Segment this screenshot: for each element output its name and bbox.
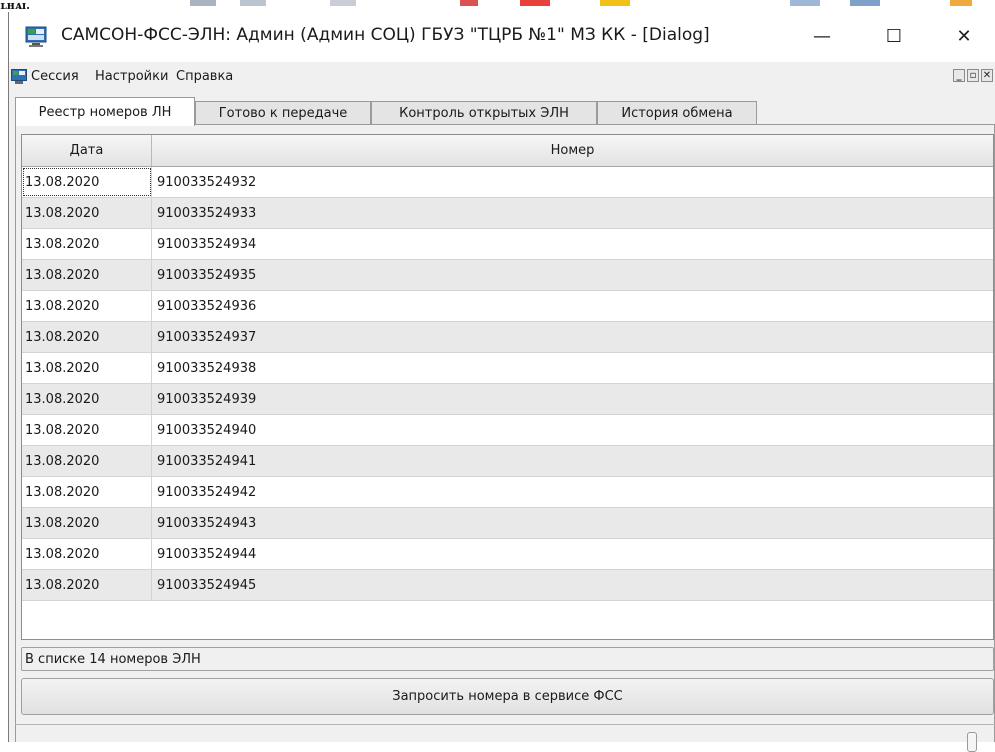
menu-session[interactable]: Сессия — [31, 69, 79, 84]
mdi-minimize-button[interactable]: _ — [953, 69, 965, 82]
tab-registry[interactable]: Реестр номеров ЛН — [15, 97, 195, 126]
cell-number[interactable]: 910033524945 — [152, 570, 993, 600]
table-row[interactable]: 13.08.2020 910033524933 — [22, 198, 993, 229]
taskbar-app-icon[interactable] — [950, 0, 972, 6]
numbers-table: Дата Номер 13.08.2020 910033524932 13.08.2… — [21, 134, 994, 640]
cell-number[interactable]: 910033524938 — [152, 353, 993, 383]
table-row[interactable]: 13.08.2020 910033524939 — [22, 384, 993, 415]
taskbar-app-icon[interactable] — [850, 0, 880, 6]
table-row[interactable]: 13.08.2020 910033524941 — [22, 446, 993, 477]
tab-exchange-history[interactable]: История обмена — [597, 101, 757, 125]
list-count-status: В списке 14 номеров ЭЛН — [21, 647, 994, 671]
cell-date[interactable]: 13.08.2020 — [22, 384, 152, 414]
cell-number[interactable]: 910033524935 — [152, 260, 993, 290]
app-monitor-icon — [25, 26, 47, 47]
taskbar-fragment-glyph: ʟʜᴀɪ. — [0, 0, 30, 12]
maximize-button[interactable]: ☐ — [871, 12, 917, 60]
taskbar-app-icon[interactable] — [520, 0, 550, 6]
cell-number[interactable]: 910033524941 — [152, 446, 993, 476]
menu-bar: Сессия Настройки Справка _ ▫ ✕ — [9, 66, 995, 88]
window-title: САМСОН-ФСС-ЭЛН: Админ (Админ СОЦ) ГБУЗ "… — [61, 25, 710, 45]
cell-number[interactable]: 910033524939 — [152, 384, 993, 414]
column-header-date[interactable]: Дата — [22, 135, 152, 166]
cell-number[interactable]: 910033524944 — [152, 539, 993, 569]
cell-number[interactable]: 910033524934 — [152, 229, 993, 259]
cell-date[interactable]: 13.08.2020 — [22, 167, 152, 197]
mdi-restore-button[interactable]: ▫ — [967, 69, 979, 82]
close-button[interactable]: ✕ — [941, 12, 987, 60]
table-row[interactable]: 13.08.2020 910033524943 — [22, 508, 993, 539]
table-row[interactable]: 13.08.2020 910033524934 — [22, 229, 993, 260]
cell-date[interactable]: 13.08.2020 — [22, 291, 152, 321]
taskbar-app-icon[interactable] — [460, 0, 478, 6]
cell-date[interactable]: 13.08.2020 — [22, 508, 152, 538]
tab-bar: Реестр номеров ЛН Готово к передаче Конт… — [15, 97, 995, 126]
cell-date[interactable]: 13.08.2020 — [22, 539, 152, 569]
main-window: САМСОН-ФСС-ЭЛН: Админ (Админ СОЦ) ГБУЗ "… — [8, 12, 995, 752]
table-header: Дата Номер — [22, 135, 993, 167]
cell-date[interactable]: 13.08.2020 — [22, 229, 152, 259]
mdi-close-button[interactable]: ✕ — [981, 69, 993, 82]
cell-number[interactable]: 910033524932 — [152, 167, 993, 197]
table-row[interactable]: 13.08.2020 910033524944 — [22, 539, 993, 570]
tab-ready-to-send[interactable]: Готово к передаче — [195, 101, 371, 125]
taskbar-app-icon[interactable] — [600, 0, 630, 6]
title-bar[interactable]: САМСОН-ФСС-ЭЛН: Админ (Админ СОЦ) ГБУЗ "… — [9, 12, 995, 62]
cell-date[interactable]: 13.08.2020 — [22, 322, 152, 352]
app-menu-icon[interactable] — [11, 69, 27, 85]
table-row[interactable]: 13.08.2020 910033524945 — [22, 570, 993, 601]
cell-number[interactable]: 910033524942 — [152, 477, 993, 507]
table-row[interactable]: 13.08.2020 910033524935 — [22, 260, 993, 291]
taskbar-app-icon[interactable] — [240, 0, 266, 6]
cell-date[interactable]: 13.08.2020 — [22, 260, 152, 290]
taskbar-app-icon[interactable] — [330, 0, 356, 6]
cell-number[interactable]: 910033524937 — [152, 322, 993, 352]
request-numbers-button[interactable]: Запросить номера в сервисе ФСС — [21, 678, 994, 715]
cell-number[interactable]: 910033524940 — [152, 415, 993, 445]
column-header-number[interactable]: Номер — [152, 135, 993, 166]
cell-date[interactable]: 13.08.2020 — [22, 198, 152, 228]
table-row[interactable]: 13.08.2020 910033524932 — [22, 167, 993, 198]
cell-date[interactable]: 13.08.2020 — [22, 477, 152, 507]
tab-open-eln-control[interactable]: Контроль открытых ЭЛН — [371, 101, 597, 125]
table-body: 13.08.2020 910033524932 13.08.2020 91003352… — [22, 167, 993, 601]
menu-help[interactable]: Справка — [176, 69, 233, 84]
minimize-button[interactable]: — — [799, 12, 845, 60]
cell-date[interactable]: 13.08.2020 — [22, 570, 152, 600]
cell-date[interactable]: 13.08.2020 — [22, 353, 152, 383]
status-grip — [967, 732, 977, 752]
cell-date[interactable]: 13.08.2020 — [22, 446, 152, 476]
menu-settings[interactable]: Настройки — [95, 69, 168, 84]
table-row[interactable]: 13.08.2020 910033524942 — [22, 477, 993, 508]
divider — [15, 724, 995, 725]
taskbar-app-icon[interactable] — [790, 0, 820, 6]
table-row[interactable]: 13.08.2020 910033524938 — [22, 353, 993, 384]
cell-date[interactable]: 13.08.2020 — [22, 415, 152, 445]
taskbar-app-icon[interactable] — [190, 0, 216, 6]
table-row[interactable]: 13.08.2020 910033524937 — [22, 322, 993, 353]
table-row[interactable]: 13.08.2020 910033524936 — [22, 291, 993, 322]
cell-number[interactable]: 910033524933 — [152, 198, 993, 228]
cell-number[interactable]: 910033524936 — [152, 291, 993, 321]
table-row[interactable]: 13.08.2020 910033524940 — [22, 415, 993, 446]
cell-number[interactable]: 910033524943 — [152, 508, 993, 538]
